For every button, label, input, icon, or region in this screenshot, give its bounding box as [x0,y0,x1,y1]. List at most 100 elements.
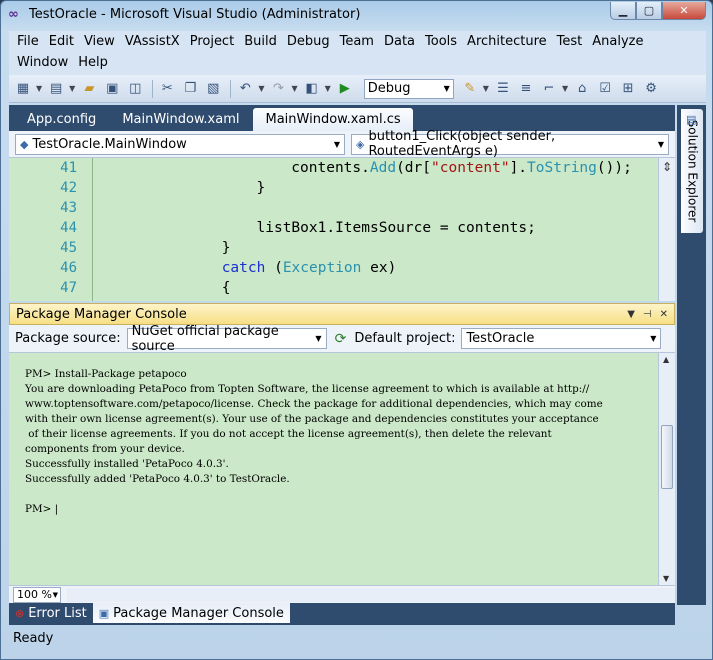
menu-data[interactable]: Data [382,34,421,49]
menu-edit[interactable]: Edit [47,34,80,49]
code-line[interactable]: } [222,240,231,256]
add-item-dropdown-icon[interactable]: ▼ [69,84,75,93]
line-number: 45 [60,240,77,256]
start-debugging-icon[interactable]: ▶ [335,79,355,99]
console-text[interactable]: PM> Install-Package petapoco You are dow… [25,367,660,517]
zoom-value: 100 % [17,588,52,601]
menu-architecture[interactable]: Architecture [465,34,553,49]
menu-build[interactable]: Build [242,34,283,49]
package-source-value: NuGet official package source [131,323,279,354]
status-bar: Ready [9,627,706,649]
menu-team[interactable]: Team [338,34,380,49]
find-dropdown-icon[interactable]: ▼ [483,84,489,93]
bookmark-icon[interactable]: ⌐ [539,79,559,99]
chevron-down-icon: ▼ [333,139,340,149]
toolbox-icon[interactable]: ☑ [595,79,615,99]
console-zoom-bar: 100 % ▼ [9,585,675,603]
console-vertical-scrollbar[interactable]: ▲ ▼ [658,353,675,585]
console-horizontal-scrollbar[interactable] [67,587,675,602]
default-project-value: TestOracle [466,331,535,346]
copy-icon[interactable]: ❐ [180,79,200,99]
doc-tab[interactable]: MainWindow.xaml.cs [253,108,413,131]
package-source-select[interactable]: NuGet official package source ▼ [126,324,327,354]
close-panel-icon[interactable]: ✕ [660,309,668,320]
maximize-button[interactable]: ▢ [636,2,662,20]
minimize-button[interactable]: ▁ [610,2,636,20]
redo-dropdown-icon[interactable]: ▼ [291,84,297,93]
new-project-dropdown-icon[interactable]: ▼ [36,84,42,93]
extension-manager-icon[interactable]: ⚙ [641,79,661,99]
scroll-up-icon[interactable]: ▲ [663,355,669,364]
navigate-dropdown-icon[interactable]: ▼ [325,84,331,93]
menu-test[interactable]: Test [555,34,589,49]
window-position-icon[interactable]: ▼ [627,309,635,320]
scrollbar-thumb[interactable] [661,425,673,489]
solution-configuration-select[interactable]: Debug ▼ [363,78,454,99]
code-line[interactable]: { [222,280,231,296]
title-bar[interactable]: ∞ TestOracle - Microsoft Visual Studio (… [1,1,712,31]
menu-analyze[interactable]: Analyze [590,34,649,49]
code-editor[interactable]: 41 42 43 44 45 46 47 contents.Add(dr["content"… [9,158,675,301]
comment-lines-icon[interactable]: ☰ [493,79,513,99]
menu-help[interactable]: Help [76,55,114,70]
close-button[interactable]: ✕ [662,2,706,20]
package-settings-icon[interactable]: ⟳ [335,331,347,347]
undo-icon[interactable]: ↶ [235,79,255,99]
find-in-files-icon[interactable]: ✎ [460,79,480,99]
member-navigation-select[interactable]: ◈ button1_Click(object sender, RoutedEve… [351,129,669,159]
menu-file[interactable]: File [15,34,45,49]
code-line[interactable]: catch (Exception ex) [222,260,397,276]
menu-project[interactable]: Project [188,34,240,49]
redo-icon[interactable]: ↷ [268,79,288,99]
menu-tools[interactable]: Tools [423,34,463,49]
code-line[interactable]: contents.Add(dr["content"].ToString()); [291,160,632,176]
line-number: 46 [60,260,77,276]
object-browser-icon[interactable]: ⊞ [618,79,638,99]
doc-tab[interactable]: App.config [15,108,108,131]
chevron-down-icon: ▼ [650,334,657,343]
toolbar-separator [152,79,154,98]
paste-icon[interactable]: ▧ [203,79,223,99]
toolbar-overflow-icon[interactable]: ▼ [562,84,568,93]
new-project-icon[interactable]: ▦ [13,79,33,99]
split-window-icon[interactable]: ⇕ [662,160,672,174]
navigate-back-icon[interactable]: ◧ [302,79,322,99]
menu-vassistx[interactable]: VAssistX [123,34,186,49]
scroll-down-icon[interactable]: ▼ [663,574,669,583]
type-value: TestOracle.MainWindow [32,136,187,152]
package-console-tab[interactable]: ▣ Package Manager Console [92,603,290,623]
save-all-icon[interactable]: ◫ [125,79,145,99]
zoom-select[interactable]: 100 % ▼ [13,586,61,603]
standard-toolbar: ▦ ▼ ▤ ▼ ▰ ▣ ◫ ✂ ❐ ▧ ↶ ▼ ↷ ▼ ◧ ▼ ▶ Debug ▼ ✎ ▼ … [9,75,706,103]
code-line[interactable]: listBox1.ItemsSource = contents; [257,220,536,236]
properties-icon[interactable]: ⌂ [572,79,592,99]
open-folder-icon[interactable]: ▰ [79,79,99,99]
save-icon[interactable]: ▣ [102,79,122,99]
type-navigation-select[interactable]: ◆ TestOracle.MainWindow ▼ [15,133,345,155]
doc-tab[interactable]: MainWindow.xaml [110,108,251,131]
package-console-header[interactable]: Package Manager Console ▼ ⊣ ✕ [9,303,675,325]
menu-view[interactable]: View [82,34,121,49]
package-source-label: Package source: [15,331,121,346]
menu-window[interactable]: Window [15,55,74,70]
package-console-output[interactable]: PM> Install-Package petapoco You are dow… [9,353,675,585]
visual-studio-logo-icon: ∞ [8,7,19,22]
error-list-tab[interactable]: ⊗ Error List [9,603,93,623]
cut-icon[interactable]: ✂ [157,79,177,99]
navigation-bar: ◆ TestOracle.MainWindow ▼ ◈ button1_Clic… [9,129,675,159]
configuration-value: Debug [367,81,411,96]
undo-dropdown-icon[interactable]: ▼ [258,84,264,93]
package-console-toolbar: Package source: NuGet official package s… [9,324,675,354]
side-panel-dock: Solution Explorer ▤ [677,105,706,605]
code-line[interactable]: } [257,180,266,196]
default-project-select[interactable]: TestOracle ▼ [461,328,662,349]
uncomment-lines-icon[interactable]: ≡ [516,79,536,99]
menu-debug[interactable]: Debug [285,34,336,49]
error-icon: ⊗ [15,606,25,620]
editor-vertical-scrollbar[interactable]: ⇕ [658,158,675,301]
solution-explorer-label: Solution Explorer [685,119,700,223]
add-item-icon[interactable]: ▤ [46,79,66,99]
auto-hide-pin-icon[interactable]: ⊣ [643,309,652,320]
chevron-down-icon: ▼ [657,139,664,149]
line-number-gutter: 41 42 43 44 45 46 47 [9,158,93,301]
